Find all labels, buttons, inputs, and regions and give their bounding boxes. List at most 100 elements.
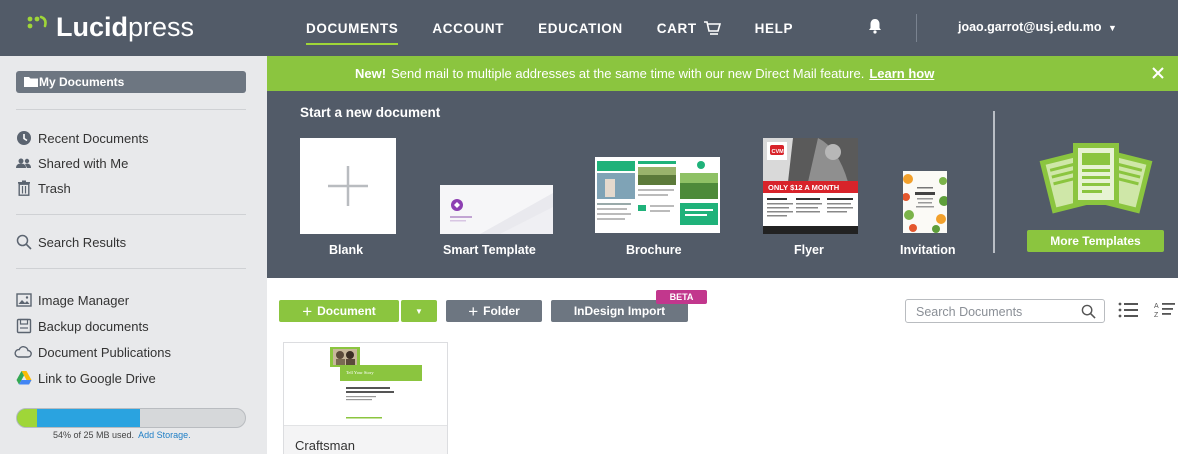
new-document-label: Document	[317, 304, 376, 318]
nav-documents-label: DOCUMENTS	[306, 20, 399, 36]
brochure-thumbnail	[595, 157, 720, 233]
thumb-headline: Tell Your Story	[346, 370, 374, 375]
invitation-thumbnail	[903, 171, 947, 233]
logo-text-bold: Lucid	[56, 12, 128, 42]
flyer-logo-text: CVM	[772, 149, 785, 155]
user-menu[interactable]: joao.garrot@usj.edu.mo ▼	[958, 20, 1117, 34]
start-new-document-panel: Start a new document Blank Smart Templat…	[267, 91, 1178, 278]
craftsman-thumbnail: Tell Your Story	[330, 347, 422, 419]
sidebar-item-label: Backup documents	[38, 318, 149, 334]
storage-progress-bar	[16, 408, 246, 428]
storage-info: 54% of 25 MB used. Add Storage.	[53, 430, 191, 440]
storage-used-text: 54% of 25 MB used.	[53, 430, 135, 440]
list-view-icon[interactable]	[1118, 301, 1138, 319]
banner-new-label: New!	[355, 66, 387, 81]
nav-account[interactable]: ACCOUNT	[432, 0, 504, 56]
nav-divider	[916, 14, 917, 42]
more-templates-label: More Templates	[1050, 234, 1141, 248]
sidebar-item-shared-with-me[interactable]: Shared with Me	[16, 153, 129, 173]
sort-alphabetical-icon[interactable]: A Z	[1154, 300, 1176, 320]
logo-mark-icon	[26, 15, 48, 41]
banner-text: Send mail to multiple addresses at the s…	[391, 66, 865, 81]
sidebar-item-my-documents[interactable]: My Documents	[16, 71, 246, 93]
new-folder-label: Folder	[483, 304, 520, 318]
document-name: Craftsman	[295, 438, 355, 453]
close-icon[interactable]	[1148, 63, 1168, 83]
sidebar-item-label: Shared with Me	[38, 155, 129, 171]
search-icon	[16, 234, 32, 250]
template-blank-label: Blank	[329, 243, 364, 257]
sidebar-divider	[16, 268, 246, 269]
plus-icon	[328, 166, 368, 206]
sidebar-item-label: Link to Google Drive	[38, 370, 156, 386]
caret-down-icon: ▼	[1107, 23, 1117, 33]
sidebar-divider	[16, 109, 246, 110]
users-icon	[16, 158, 31, 168]
image-icon	[16, 293, 32, 307]
template-flyer-label: Flyer	[794, 243, 824, 257]
more-templates-button[interactable]: More Templates	[1027, 230, 1164, 252]
trash-icon	[18, 180, 30, 196]
sidebar-item-label: Image Manager	[38, 292, 130, 308]
sidebar-item-search-results[interactable]: Search Results	[16, 232, 127, 252]
nav-cart-label: CART	[656, 20, 697, 36]
add-storage-link[interactable]: Add Storage.	[138, 430, 191, 440]
new-folder-button[interactable]: + Folder	[446, 300, 542, 322]
top-navigation-bar: Lucid press DOCUMENTS ACCOUNT EDUCATION C…	[0, 0, 1178, 56]
sidebar-item-recent-documents[interactable]: Recent Documents	[17, 128, 149, 148]
new-document-button[interactable]: + Document	[279, 300, 399, 322]
sidebar-item-label: My Documents	[39, 75, 125, 89]
backup-icon	[16, 318, 32, 334]
template-smart-label: Smart Template	[443, 243, 536, 257]
sidebar-item-label: Recent Documents	[38, 130, 149, 146]
user-email: joao.garrot@usj.edu.mo	[958, 20, 1102, 34]
nav-education[interactable]: EDUCATION	[538, 0, 623, 56]
lucidpress-logo[interactable]: Lucid press	[26, 12, 194, 43]
nav-help[interactable]: HELP	[755, 0, 793, 56]
sidebar-item-label: Trash	[38, 180, 71, 196]
document-card[interactable]: Tell Your Story Craftsman	[283, 342, 448, 454]
section-title: Start a new document	[300, 105, 441, 120]
banner-learn-how-link[interactable]: Learn how	[869, 66, 934, 81]
svg-text:Z: Z	[1154, 312, 1159, 319]
template-flyer[interactable]: CVM ONLY $12 A MONTH	[763, 138, 858, 234]
new-document-dropdown[interactable]: ▼	[401, 300, 437, 322]
beta-badge: BETA	[656, 290, 707, 304]
plus-icon: +	[302, 301, 313, 321]
template-blank[interactable]	[300, 138, 396, 234]
nav-account-label: ACCOUNT	[432, 20, 505, 36]
nav-cart[interactable]: CART	[657, 0, 721, 56]
search-input[interactable]	[916, 304, 1066, 320]
clock-icon	[17, 131, 31, 145]
document-card-footer: Craftsman	[284, 425, 447, 454]
sidebar-item-backup-documents[interactable]: Backup documents	[16, 316, 149, 336]
caret-down-icon: ▼	[415, 306, 423, 316]
template-invitation[interactable]	[903, 171, 947, 233]
sidebar: My Documents Recent Documents Shared wit…	[0, 56, 267, 454]
sidebar-item-document-publications[interactable]: Document Publications	[14, 342, 171, 362]
document-thumbnail: Tell Your Story	[284, 343, 447, 425]
folder-icon	[24, 77, 38, 87]
sidebar-divider	[16, 214, 246, 215]
flyer-thumbnail: CVM ONLY $12 A MONTH	[763, 138, 858, 234]
bell-icon[interactable]	[868, 18, 882, 34]
search-documents	[905, 299, 1105, 323]
nav-documents[interactable]: DOCUMENTS	[306, 0, 399, 56]
sidebar-item-label: Document Publications	[38, 344, 171, 360]
google-drive-icon	[16, 371, 32, 385]
sidebar-item-image-manager[interactable]: Image Manager	[16, 290, 130, 310]
main-nav: DOCUMENTS ACCOUNT EDUCATION CART HELP	[306, 0, 827, 56]
sidebar-item-label: Search Results	[38, 234, 127, 250]
plus-icon: +	[468, 301, 479, 321]
template-invitation-label: Invitation	[900, 243, 956, 257]
sidebar-item-link-google-drive[interactable]: Link to Google Drive	[16, 368, 156, 388]
smart-template-thumbnail	[450, 193, 553, 234]
template-smart[interactable]	[440, 185, 553, 234]
start-panel-divider	[993, 111, 995, 253]
more-templates-illustration[interactable]	[1037, 135, 1155, 215]
template-brochure[interactable]	[595, 157, 720, 233]
sidebar-item-trash[interactable]: Trash	[18, 178, 71, 198]
nav-education-label: EDUCATION	[538, 20, 623, 36]
search-icon[interactable]	[1081, 304, 1096, 319]
logo-text-light: press	[128, 12, 195, 42]
